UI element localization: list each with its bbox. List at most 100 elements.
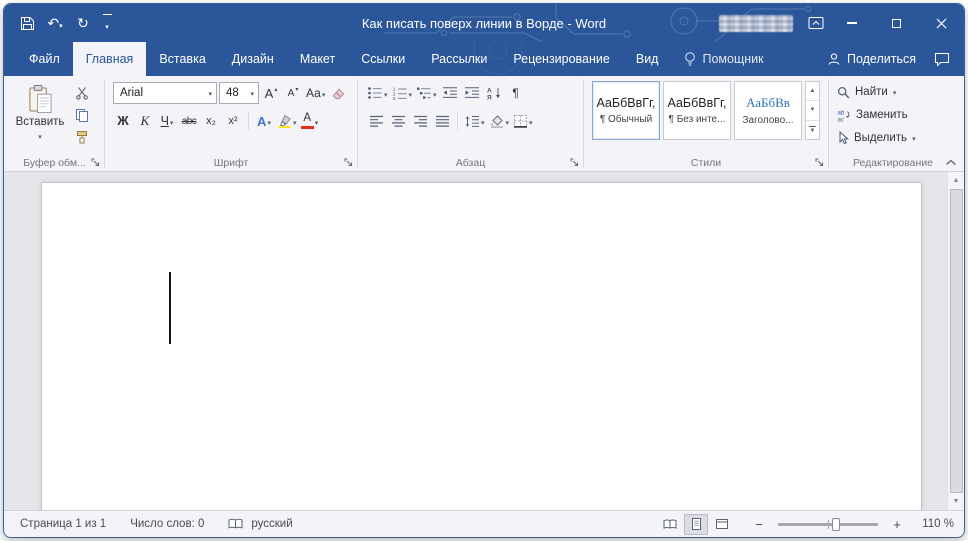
paragraph-dialog-launcher[interactable] xyxy=(568,156,582,169)
tab-assistant[interactable]: Помощник xyxy=(671,42,776,76)
font-size-value: 48 xyxy=(226,87,239,99)
paste-button[interactable]: Вставить xyxy=(13,81,67,146)
undo-button[interactable]: ↶ xyxy=(42,10,68,36)
print-layout-button[interactable] xyxy=(684,513,708,535)
align-center-button[interactable] xyxy=(388,110,408,132)
text-effects-button[interactable]: А xyxy=(254,110,274,132)
clear-formatting-button[interactable] xyxy=(328,82,348,104)
line-spacing-button[interactable] xyxy=(463,110,486,132)
copy-button[interactable] xyxy=(72,106,92,124)
page-count[interactable]: Страница 1 из 1 xyxy=(20,518,106,530)
numbering-button[interactable]: 1 2 3 xyxy=(391,82,414,104)
multilevel-list-button[interactable] xyxy=(415,82,438,104)
share-button[interactable]: Поделиться xyxy=(827,52,916,66)
tab-layout[interactable]: Макет xyxy=(287,42,348,76)
gallery-more-button[interactable]: ▼ xyxy=(806,121,819,139)
save-button[interactable] xyxy=(14,10,40,36)
sort-button[interactable]: А Я xyxy=(484,82,504,104)
svg-text:Я: Я xyxy=(487,95,492,100)
subscript-button[interactable]: x₂ xyxy=(201,110,221,132)
down-arrow-icon xyxy=(295,86,298,100)
scrollbar-thumb[interactable] xyxy=(949,189,963,493)
change-case-button[interactable]: Аа xyxy=(305,82,326,104)
eraser-icon xyxy=(332,88,345,100)
italic-button[interactable]: К xyxy=(135,110,155,132)
cut-button[interactable] xyxy=(72,84,92,102)
align-left-button[interactable] xyxy=(366,110,386,132)
tab-home[interactable]: Главная xyxy=(72,42,147,76)
web-layout-button[interactable] xyxy=(710,514,734,535)
tab-design[interactable]: Дизайн xyxy=(219,42,287,76)
ribbon-display-options-button[interactable] xyxy=(803,10,829,36)
title-bar: ↶ ↻ Как писать поверх линии в Ворде - Wo… xyxy=(4,4,964,42)
zoom-slider[interactable] xyxy=(778,517,878,531)
bold-button[interactable]: Ж xyxy=(113,110,133,132)
increase-indent-button[interactable] xyxy=(462,82,482,104)
chevron-down-icon xyxy=(506,114,510,128)
show-formatting-marks-button[interactable]: ¶ xyxy=(506,82,526,104)
gallery-scroll-up-button[interactable]: ▲ xyxy=(806,82,819,102)
font-family-value: Arial xyxy=(120,87,144,99)
justify-button[interactable] xyxy=(432,110,452,132)
scroll-down-arrow[interactable] xyxy=(948,494,964,509)
style-card-heading[interactable]: АаБбВв Заголово... xyxy=(734,81,802,140)
minimize-button[interactable] xyxy=(829,4,874,42)
style-card-normal[interactable]: АаБбВвГг, ¶ Обычный xyxy=(592,81,660,140)
maximize-button[interactable] xyxy=(874,4,919,42)
zoom-slider-thumb[interactable] xyxy=(832,517,840,531)
language-status[interactable]: русский xyxy=(228,518,293,530)
collapse-ribbon-button[interactable] xyxy=(943,156,959,168)
read-mode-button[interactable] xyxy=(658,514,682,535)
style-name: ¶ Обычный xyxy=(599,114,653,125)
zoom-center-notch xyxy=(828,519,829,529)
font-color-button[interactable]: А xyxy=(300,110,320,132)
borders-icon xyxy=(514,115,528,128)
close-button[interactable] xyxy=(919,4,964,42)
chevron-down-icon xyxy=(433,86,437,100)
zoom-level[interactable]: 110 % xyxy=(914,518,954,530)
vertical-scrollbar[interactable] xyxy=(947,172,964,510)
highlight-color-button[interactable] xyxy=(276,110,298,132)
find-button[interactable]: Найти xyxy=(837,82,949,102)
grow-font-button[interactable]: А xyxy=(261,82,281,104)
comment-icon[interactable] xyxy=(934,52,950,67)
zoom-in-button[interactable]: + xyxy=(888,517,906,532)
select-button[interactable]: Выделить xyxy=(837,128,949,148)
tab-view[interactable]: Вид xyxy=(623,42,672,76)
tab-mailings[interactable]: Рассылки xyxy=(418,42,500,76)
style-card-no-spacing[interactable]: АаБбВвГг, ¶ Без инте... xyxy=(663,81,731,140)
chevron-up-icon xyxy=(946,159,956,165)
font-dialog-launcher[interactable] xyxy=(342,156,356,169)
format-painter-button[interactable] xyxy=(72,128,92,146)
scroll-up-arrow[interactable] xyxy=(948,173,964,188)
borders-button[interactable] xyxy=(512,110,534,132)
align-right-button[interactable] xyxy=(410,110,430,132)
document-page[interactable] xyxy=(41,182,922,510)
superscript-button[interactable]: x² xyxy=(223,110,243,132)
clipboard-dialog-launcher[interactable] xyxy=(89,156,103,169)
bullets-button[interactable] xyxy=(366,82,389,104)
redo-button[interactable]: ↻ xyxy=(70,10,96,36)
user-account-blurred xyxy=(719,14,793,32)
zoom-out-button[interactable]: − xyxy=(750,517,768,532)
underline-button[interactable]: Ч xyxy=(157,110,177,132)
word-count[interactable]: Число слов: 0 xyxy=(130,518,204,530)
word-window: ↶ ↻ Как писать поверх линии в Ворде - Wo… xyxy=(3,3,965,538)
close-icon xyxy=(936,18,947,28)
gallery-scroll-down-button[interactable]: ▼ xyxy=(806,101,819,121)
tab-file[interactable]: Файл xyxy=(16,42,73,76)
tab-insert[interactable]: Вставка xyxy=(146,42,218,76)
tab-references[interactable]: Ссылки xyxy=(348,42,418,76)
shrink-font-button[interactable]: А xyxy=(283,82,303,104)
replace-button[interactable]: ab ac Заменить xyxy=(837,105,949,125)
strikethrough-button[interactable]: abc xyxy=(179,110,199,132)
decrease-indent-button[interactable] xyxy=(440,82,460,104)
shading-button[interactable] xyxy=(488,110,511,132)
dialog-launcher-icon xyxy=(570,157,579,166)
customize-quick-access-button[interactable] xyxy=(98,10,116,36)
font-size-combo[interactable]: 48 xyxy=(219,82,259,104)
tab-review[interactable]: Рецензирование xyxy=(500,42,623,76)
format-painter-icon xyxy=(77,131,87,144)
styles-dialog-launcher[interactable] xyxy=(813,156,827,169)
font-family-combo[interactable]: Arial xyxy=(113,82,217,104)
